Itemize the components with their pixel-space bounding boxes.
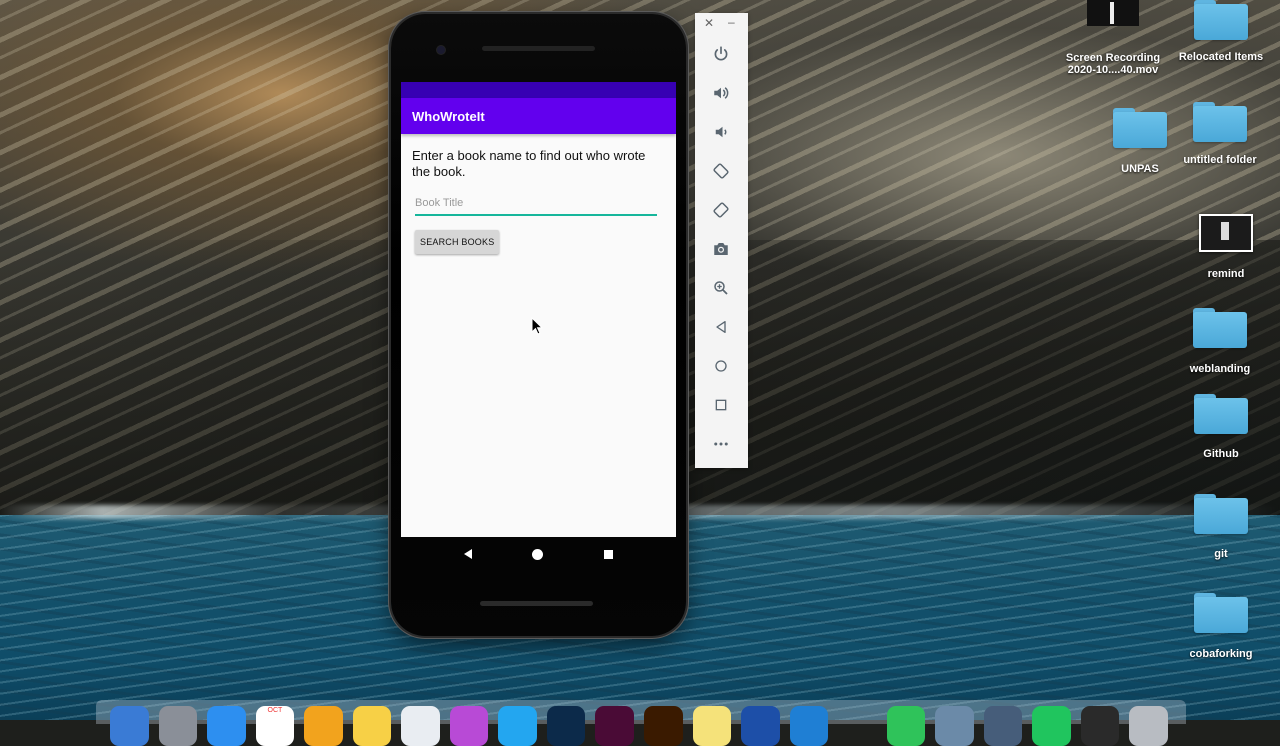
android-nav-bar <box>401 537 676 571</box>
dock-spacer <box>838 706 877 746</box>
front-camera <box>437 46 445 54</box>
facetime-icon[interactable] <box>1032 706 1071 746</box>
document-thumbnail-icon <box>1199 214 1253 252</box>
app-store-icon[interactable] <box>498 706 537 746</box>
prompt-text: Enter a book name to find out who wrote … <box>412 148 646 179</box>
system-preferences-icon[interactable] <box>983 706 1023 746</box>
desktop-item-label: Relocated Items <box>1178 51 1264 63</box>
rotate-right-icon[interactable] <box>710 199 732 221</box>
back-icon[interactable] <box>710 316 732 338</box>
stickies-icon[interactable] <box>692 706 732 746</box>
desktop-item-relocated-items[interactable]: Relocated Items <box>1171 0 1271 63</box>
whatsapp-icon[interactable] <box>886 706 926 746</box>
emulator-toolbar: ✕ – <box>695 13 748 468</box>
volume-up-icon[interactable] <box>710 82 732 104</box>
desktop-item-weblanding[interactable]: weblanding <box>1170 308 1270 375</box>
desktop-item-cobaforking[interactable]: cobaforking <box>1171 593 1271 660</box>
folder-icon <box>1194 394 1248 434</box>
status-bar <box>401 82 676 98</box>
emulator-toolbar-header: ✕ – <box>695 13 748 35</box>
video-file-icon <box>1087 0 1139 26</box>
power-icon[interactable] <box>710 43 732 65</box>
desktop-item-github[interactable]: Github <box>1171 394 1271 460</box>
reminders-icon[interactable] <box>401 706 440 746</box>
minimize-icon[interactable]: – <box>728 15 735 29</box>
desktop-item-remind[interactable]: remind <box>1176 214 1276 280</box>
folder-icon <box>1113 108 1167 148</box>
macos-dock: OCT <box>96 700 1186 746</box>
launchpad-icon[interactable] <box>158 706 198 746</box>
calendar-icon[interactable]: OCT <box>255 706 295 746</box>
close-icon[interactable]: ✕ <box>704 16 714 30</box>
app-title: WhoWroteIt <box>412 108 485 124</box>
desktop-item-label: weblanding <box>1189 363 1251 375</box>
camera-icon[interactable] <box>710 238 732 260</box>
desktop-item-label: untitled folder <box>1183 154 1257 166</box>
notes-icon[interactable] <box>352 706 392 746</box>
top-speaker <box>482 46 595 51</box>
illustrator-icon[interactable] <box>644 706 683 746</box>
safari-icon[interactable] <box>207 706 246 746</box>
podcasts-icon[interactable] <box>449 706 489 746</box>
vscode-icon[interactable] <box>789 706 829 746</box>
preview-icon[interactable] <box>935 706 974 746</box>
volume-down-icon[interactable] <box>710 121 732 143</box>
xd-icon[interactable] <box>595 706 635 746</box>
photos-icon[interactable] <box>304 706 343 746</box>
main-content: Enter a book name to find out who wrote … <box>401 134 676 254</box>
desktop-item-label: cobaforking <box>1189 648 1253 660</box>
folder-icon <box>1194 494 1248 534</box>
desktop-item-label: git <box>1214 548 1228 560</box>
search-books-button[interactable]: SEARCH BOOKS <box>415 230 500 254</box>
nav-home-icon[interactable] <box>532 548 544 560</box>
nav-recents-icon[interactable] <box>603 549 613 559</box>
app-bar: WhoWroteIt <box>401 98 676 134</box>
desktop-item-label: Screen Recording 2020-10....40.mov <box>1065 52 1161 76</box>
folder-icon <box>1194 593 1248 633</box>
phone-screen: WhoWroteIt Enter a book name to find out… <box>401 82 676 537</box>
folder-icon <box>1193 102 1247 142</box>
photoshop-icon[interactable] <box>546 706 586 746</box>
desktop-item-git[interactable]: git <box>1171 494 1271 560</box>
terminal-icon[interactable] <box>1080 706 1120 746</box>
rotate-left-icon[interactable] <box>710 160 732 182</box>
finder-icon[interactable] <box>110 706 149 746</box>
overview-icon[interactable] <box>710 394 732 416</box>
bottom-speaker <box>480 601 593 606</box>
mouse-cursor-icon <box>531 316 544 340</box>
desktop-item-label: Github <box>1203 448 1239 460</box>
desktop-item-screen-recording[interactable]: Screen Recording 2020-10....40.mov <box>1063 0 1163 76</box>
desktop-item-label: remind <box>1207 268 1245 280</box>
desktop-item-untitled-folder[interactable]: untitled folder <box>1170 102 1270 166</box>
network-icon[interactable] <box>741 706 780 746</box>
nav-back-icon[interactable] <box>464 549 473 559</box>
folder-icon <box>1193 308 1247 348</box>
folder-icon <box>1194 0 1248 40</box>
trash-icon[interactable] <box>1129 706 1169 746</box>
home-icon[interactable] <box>710 355 732 377</box>
more-icon[interactable] <box>710 433 732 455</box>
zoom-icon[interactable] <box>710 277 732 299</box>
book-title-input[interactable] <box>415 194 657 216</box>
